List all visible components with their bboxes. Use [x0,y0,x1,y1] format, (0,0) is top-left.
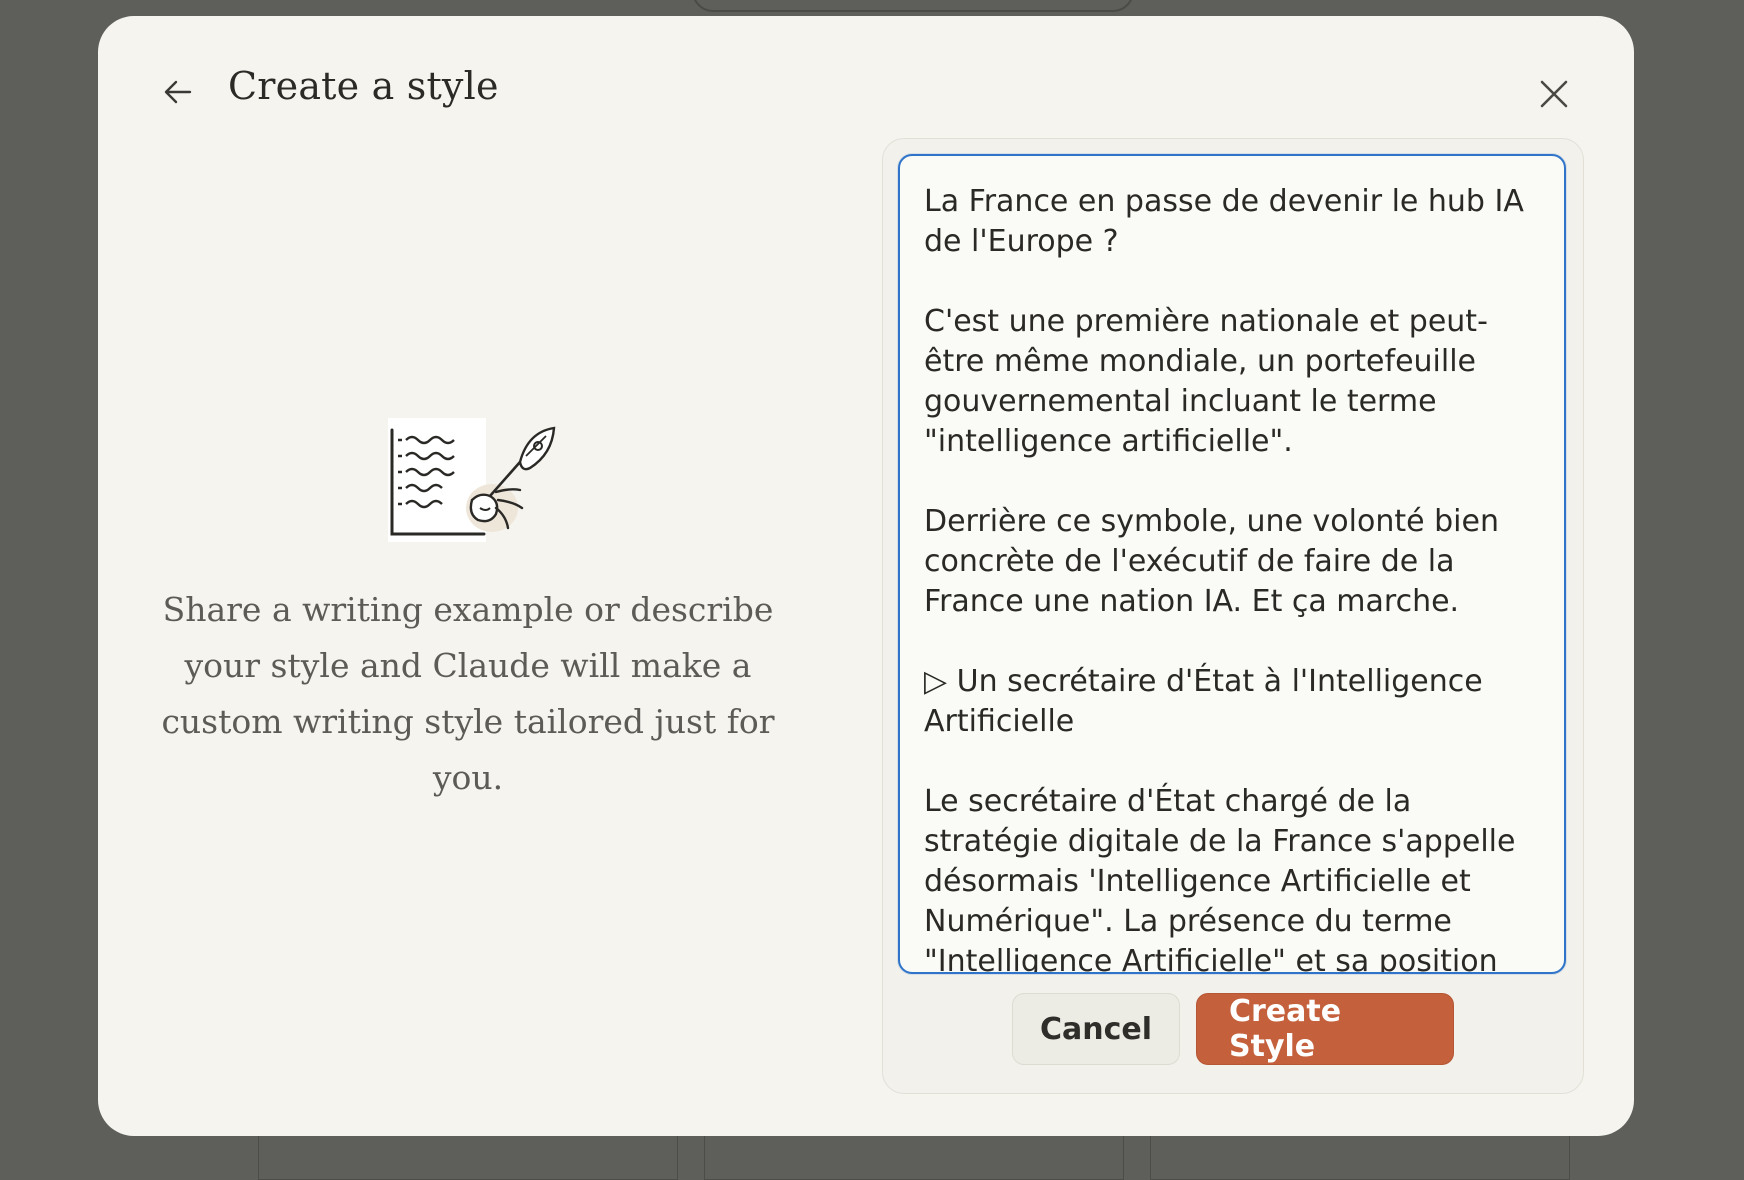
dialog-title: Create a style [228,64,499,108]
arrow-left-icon [164,80,192,104]
close-button[interactable] [1532,72,1576,116]
background-search-bar [692,0,1134,12]
create-style-dialog: Create a style Share a writing example o… [98,16,1634,1136]
writing-quill-illustration [388,418,556,542]
writing-sample-input[interactable] [898,154,1566,974]
dialog-actions: Cancel Create Style [883,993,1583,1065]
create-style-button[interactable]: Create Style [1196,993,1454,1065]
intro-description: Share a writing example or describe your… [161,590,775,797]
intro-panel: Share a writing example or describe your… [128,416,808,806]
sample-panel: Cancel Create Style [882,138,1584,1094]
close-icon [1540,80,1568,108]
cancel-button[interactable]: Cancel [1012,993,1180,1065]
back-button[interactable] [158,72,198,112]
